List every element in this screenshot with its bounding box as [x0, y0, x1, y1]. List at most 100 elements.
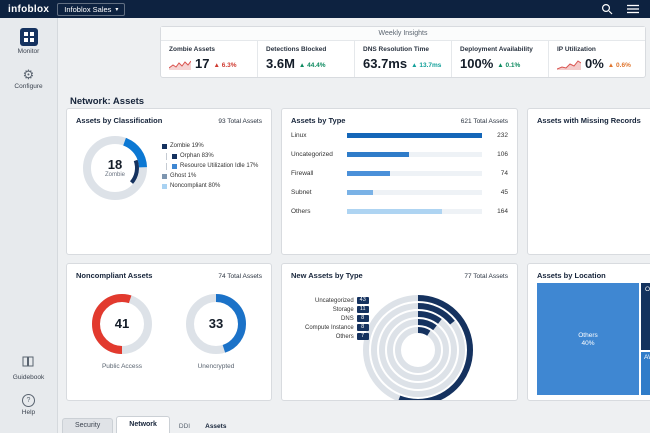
- tile-label: AWS: [644, 354, 650, 361]
- weekly-insights-panel: Weekly Insights Zombie Assets 17 ▲ 6.3% …: [160, 26, 646, 78]
- bar-row[interactable]: Subnet 45: [291, 189, 508, 196]
- kpi-label: DNS Resolution Time: [363, 46, 443, 53]
- legend-item[interactable]: Orphan 83%: [166, 153, 262, 160]
- bar-row[interactable]: Others 164: [291, 208, 508, 215]
- legend-value: 8: [357, 315, 369, 322]
- kpi-deployment-availability[interactable]: Deployment Availability 100% ▲ 0.1%: [451, 41, 548, 77]
- bar-track: [347, 133, 482, 138]
- sidebar-item-help[interactable]: ? Help: [22, 394, 35, 416]
- treemap-tile-aws[interactable]: AWS: [641, 352, 650, 395]
- sidebar-item-configure[interactable]: ⚙ Configure: [14, 68, 42, 90]
- kpi-delta: ▲ 44.4%: [299, 62, 326, 70]
- bar-row[interactable]: Uncategorized 106: [291, 151, 508, 158]
- card-title: Assets by Type: [291, 116, 345, 125]
- treemap-tile-onprem[interactable]: Onprem: [641, 283, 650, 350]
- kpi-delta: ▲ 0.6%: [608, 62, 631, 70]
- bar: [347, 190, 373, 195]
- public-access-donut[interactable]: 41 Public Access: [86, 288, 158, 370]
- tile-percent: 40%: [581, 340, 594, 347]
- bar-row[interactable]: Firewall 74: [291, 170, 508, 177]
- tile-label: Others: [578, 332, 598, 339]
- org-selector[interactable]: Infoblox Sales ▾: [57, 3, 125, 16]
- guidebook-icon: [22, 354, 34, 372]
- legend-item[interactable]: Uncategorized43: [305, 297, 369, 304]
- bar-row[interactable]: Linux 232: [291, 132, 508, 139]
- tab-ddi[interactable]: DDI: [173, 423, 196, 433]
- bar-label: Others: [291, 208, 341, 215]
- sidebar-item-label: Help: [22, 409, 35, 416]
- sidebar-item-label: Guidebook: [13, 374, 44, 381]
- top-header: infoblox Infoblox Sales ▾: [0, 0, 650, 18]
- bar-value: 232: [488, 132, 508, 139]
- donut-label: Public Access: [102, 363, 142, 370]
- card-title: Noncompliant Assets: [76, 271, 152, 280]
- kpi-delta: ▲ 13.7ms: [411, 62, 441, 70]
- donut-label: Unencrypted: [198, 363, 235, 370]
- legend-swatch: [162, 184, 167, 189]
- tile-label: Onprem: [645, 286, 650, 293]
- legend-item[interactable]: DNS Forward Record 271: [537, 150, 650, 156]
- legend-item[interactable]: Zombie 19%: [162, 143, 262, 150]
- bar-track: [347, 152, 482, 157]
- bar-track: [347, 171, 482, 176]
- tab-assets[interactable]: Assets: [199, 423, 232, 433]
- org-selector-label: Infoblox Sales: [64, 5, 111, 14]
- legend-item[interactable]: Storage11: [305, 306, 369, 313]
- tab-network[interactable]: Network: [116, 416, 170, 433]
- kpi-label: Zombie Assets: [169, 46, 249, 53]
- card-assets-by-type: Assets by Type 621 Total Assets Linux 23…: [281, 108, 518, 255]
- kpi-value: 63.7ms: [363, 57, 407, 70]
- legend-label: Uncategorized: [315, 298, 354, 304]
- legend-label: Compute Instance: [305, 325, 354, 331]
- bar-chart: Linux 232 Uncategorized 106 Firewall 74 …: [291, 132, 508, 215]
- page-title: Network: Assets: [70, 96, 144, 107]
- legend-item[interactable]: Others7: [305, 333, 369, 340]
- card-new-assets-by-type: New Assets by Type 77 Total Assets Uncat…: [281, 263, 518, 401]
- legend-item[interactable]: Ghost 1%: [162, 173, 262, 180]
- search-icon[interactable]: [598, 3, 616, 15]
- kpi-delta: ▲ 6.3%: [213, 62, 236, 70]
- legend-item[interactable]: DNS Pointer Record 243: [537, 141, 650, 147]
- card-assets-with-missing-records: Assets with Missing Records DNS Pointer …: [527, 108, 650, 255]
- card-total: 621 Total Assets: [461, 118, 508, 125]
- bar: [347, 209, 442, 214]
- card-assets-by-classification: Assets by Classification 93 Total Assets…: [66, 108, 272, 255]
- card-total: 74 Total Assets: [218, 273, 262, 280]
- kpi-ip-utilization[interactable]: IP Utilization 0% ▲ 0.6%: [548, 41, 645, 77]
- classification-legend: Zombie 19% Orphan 83% Resource Utilizati…: [162, 143, 262, 194]
- kpi-label: IP Utilization: [557, 46, 637, 53]
- missing-records-legend: DNS Pointer Record 243 DNS Forward Recor…: [537, 141, 650, 156]
- gear-icon: ⚙: [23, 68, 35, 81]
- bar-value: 164: [488, 208, 508, 215]
- kpi-dns-resolution-time[interactable]: DNS Resolution Time 63.7ms ▲ 13.7ms: [354, 41, 451, 77]
- unencrypted-donut[interactable]: 33 Unencrypted: [180, 288, 252, 370]
- sidebar-item-monitor[interactable]: Monitor: [18, 28, 40, 55]
- legend-item[interactable]: Noncompliant 80%: [162, 183, 262, 190]
- legend-item[interactable]: Compute Instance8: [305, 324, 369, 331]
- card-title: Assets by Location: [537, 271, 606, 280]
- treemap-tile-others[interactable]: Others 40%: [537, 283, 639, 395]
- legend-item[interactable]: DNS8: [305, 315, 369, 322]
- kpi-detections-blocked[interactable]: Detections Blocked 3.6M ▲ 44.4%: [257, 41, 354, 77]
- kpi-delta: ▲ 0.1%: [497, 62, 520, 70]
- kpi-zombie-assets[interactable]: Zombie Assets 17 ▲ 6.3%: [161, 41, 257, 77]
- legend-value: 7: [357, 333, 369, 340]
- chevron-down-icon: ▾: [115, 6, 118, 13]
- card-total: 77 Total Assets: [464, 273, 508, 280]
- radial-bar-chart[interactable]: [353, 285, 483, 401]
- kpi-value: 0%: [585, 57, 604, 70]
- bar-track: [347, 209, 482, 214]
- tab-security[interactable]: Security: [62, 418, 113, 433]
- bar: [347, 133, 482, 138]
- bar-value: 45: [488, 189, 508, 196]
- menu-icon[interactable]: [624, 4, 642, 14]
- legend-label: Orphan 83%: [180, 153, 214, 160]
- sidebar-item-guidebook[interactable]: Guidebook: [13, 354, 44, 381]
- legend-item[interactable]: Resource Utilization Idle 17%: [166, 163, 262, 170]
- classification-donut-chart[interactable]: 18 Zombie: [76, 129, 154, 207]
- kpi-row: Zombie Assets 17 ▲ 6.3% Detections Block…: [161, 41, 645, 77]
- legend-label: Noncompliant 80%: [170, 183, 220, 190]
- legend-value: 8: [357, 324, 369, 331]
- bar-label: Subnet: [291, 189, 341, 196]
- legend-swatch: [162, 144, 167, 149]
